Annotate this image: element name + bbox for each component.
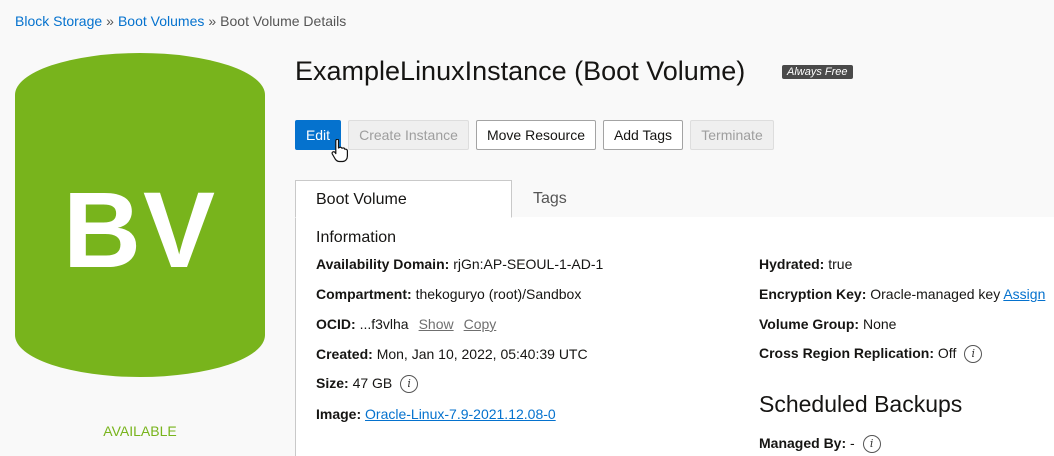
managed-by-label: Managed By:: [759, 435, 847, 451]
image-row: Image: Oracle-Linux-7.9-2021.12.08-0: [316, 406, 556, 422]
size-info-icon[interactable]: i: [400, 375, 419, 394]
cross-region-replication-row: Cross Region Replication: Off i: [759, 345, 983, 364]
cross-region-replication-value: Off: [937, 345, 957, 361]
tab-boot-volume-information[interactable]: Boot Volume Information: [295, 180, 512, 246]
scheduled-backups-heading: Scheduled Backups: [759, 391, 963, 417]
volume-group-label: Volume Group:: [759, 316, 860, 332]
image-label: Image:: [316, 406, 362, 422]
cross-region-info-icon[interactable]: i: [964, 345, 983, 364]
breadcrumb-separator: »: [106, 13, 114, 29]
compartment-row: Compartment: thekoguryo (root)/Sandbox: [316, 286, 581, 302]
hydrated-row: Hydrated: true: [759, 256, 852, 272]
hand-pointer-icon: [331, 139, 348, 163]
ocid-value: ...f3vlha: [359, 316, 409, 332]
terminate-button: Terminate: [690, 120, 774, 150]
ocid-show-link[interactable]: Show: [419, 316, 454, 332]
breadcrumb-separator: »: [208, 13, 217, 29]
encryption-key-row: Encryption Key: Oracle-managed key Assig…: [759, 286, 1045, 302]
assign-key-link[interactable]: Assign: [1003, 286, 1045, 302]
breadcrumb: Block Storage» Boot Volumes» Boot Volume D…: [15, 13, 346, 29]
breadcrumb-current: Boot Volume Details: [220, 13, 347, 29]
ocid-label: OCID:: [316, 316, 356, 332]
volume-group-value: None: [862, 316, 897, 332]
ocid-copy-link[interactable]: Copy: [464, 316, 497, 332]
created-label: Created:: [316, 346, 373, 362]
managed-by-row: Managed By: - i: [759, 435, 881, 454]
boot-volume-icon: BV: [15, 53, 265, 378]
always-free-badge: Always Free: [782, 65, 853, 79]
breadcrumb-boot-volumes[interactable]: Boot Volumes: [118, 13, 204, 29]
ocid-row: OCID: ...f3vlha Show Copy: [316, 316, 496, 332]
image-link[interactable]: Oracle-Linux-7.9-2021.12.08-0: [365, 406, 556, 422]
resource-abbreviation: BV: [62, 169, 218, 290]
created-row: Created: Mon, Jan 10, 2022, 05:40:39 UTC: [316, 346, 588, 362]
compartment-value: thekoguryo (root)/Sandbox: [415, 286, 582, 302]
move-resource-button[interactable]: Move Resource: [476, 120, 596, 150]
encryption-key-value: Oracle-managed key: [870, 286, 1001, 302]
size-row: Size: 47 GB i: [316, 375, 419, 394]
hydrated-label: Hydrated:: [759, 256, 825, 272]
add-tags-button[interactable]: Add Tags: [603, 120, 683, 150]
created-value: Mon, Jan 10, 2022, 05:40:39 UTC: [376, 346, 588, 362]
lifecycle-status: AVAILABLE: [103, 423, 177, 439]
cross-region-replication-label: Cross Region Replication:: [759, 345, 935, 361]
compartment-label: Compartment:: [316, 286, 412, 302]
availability-domain-value: rjGn:AP-SEOUL-1-AD-1: [453, 256, 604, 272]
tab-tags[interactable]: Tags: [513, 180, 587, 218]
volume-group-row: Volume Group: None: [759, 316, 896, 332]
availability-domain-row: Availability Domain: rjGn:AP-SEOUL-1-AD-…: [316, 256, 603, 272]
page-title: ExampleLinuxInstance (Boot Volume): [295, 56, 746, 86]
managed-by-info-icon[interactable]: i: [862, 435, 881, 454]
managed-by-value: -: [850, 435, 855, 451]
size-value: 47 GB: [352, 375, 393, 391]
breadcrumb-block-storage[interactable]: Block Storage: [15, 13, 102, 29]
size-label: Size:: [316, 375, 349, 391]
availability-domain-label: Availability Domain:: [316, 256, 450, 272]
encryption-key-label: Encryption Key:: [759, 286, 867, 302]
create-instance-button: Create Instance: [348, 120, 469, 150]
hydrated-value: true: [828, 256, 853, 272]
